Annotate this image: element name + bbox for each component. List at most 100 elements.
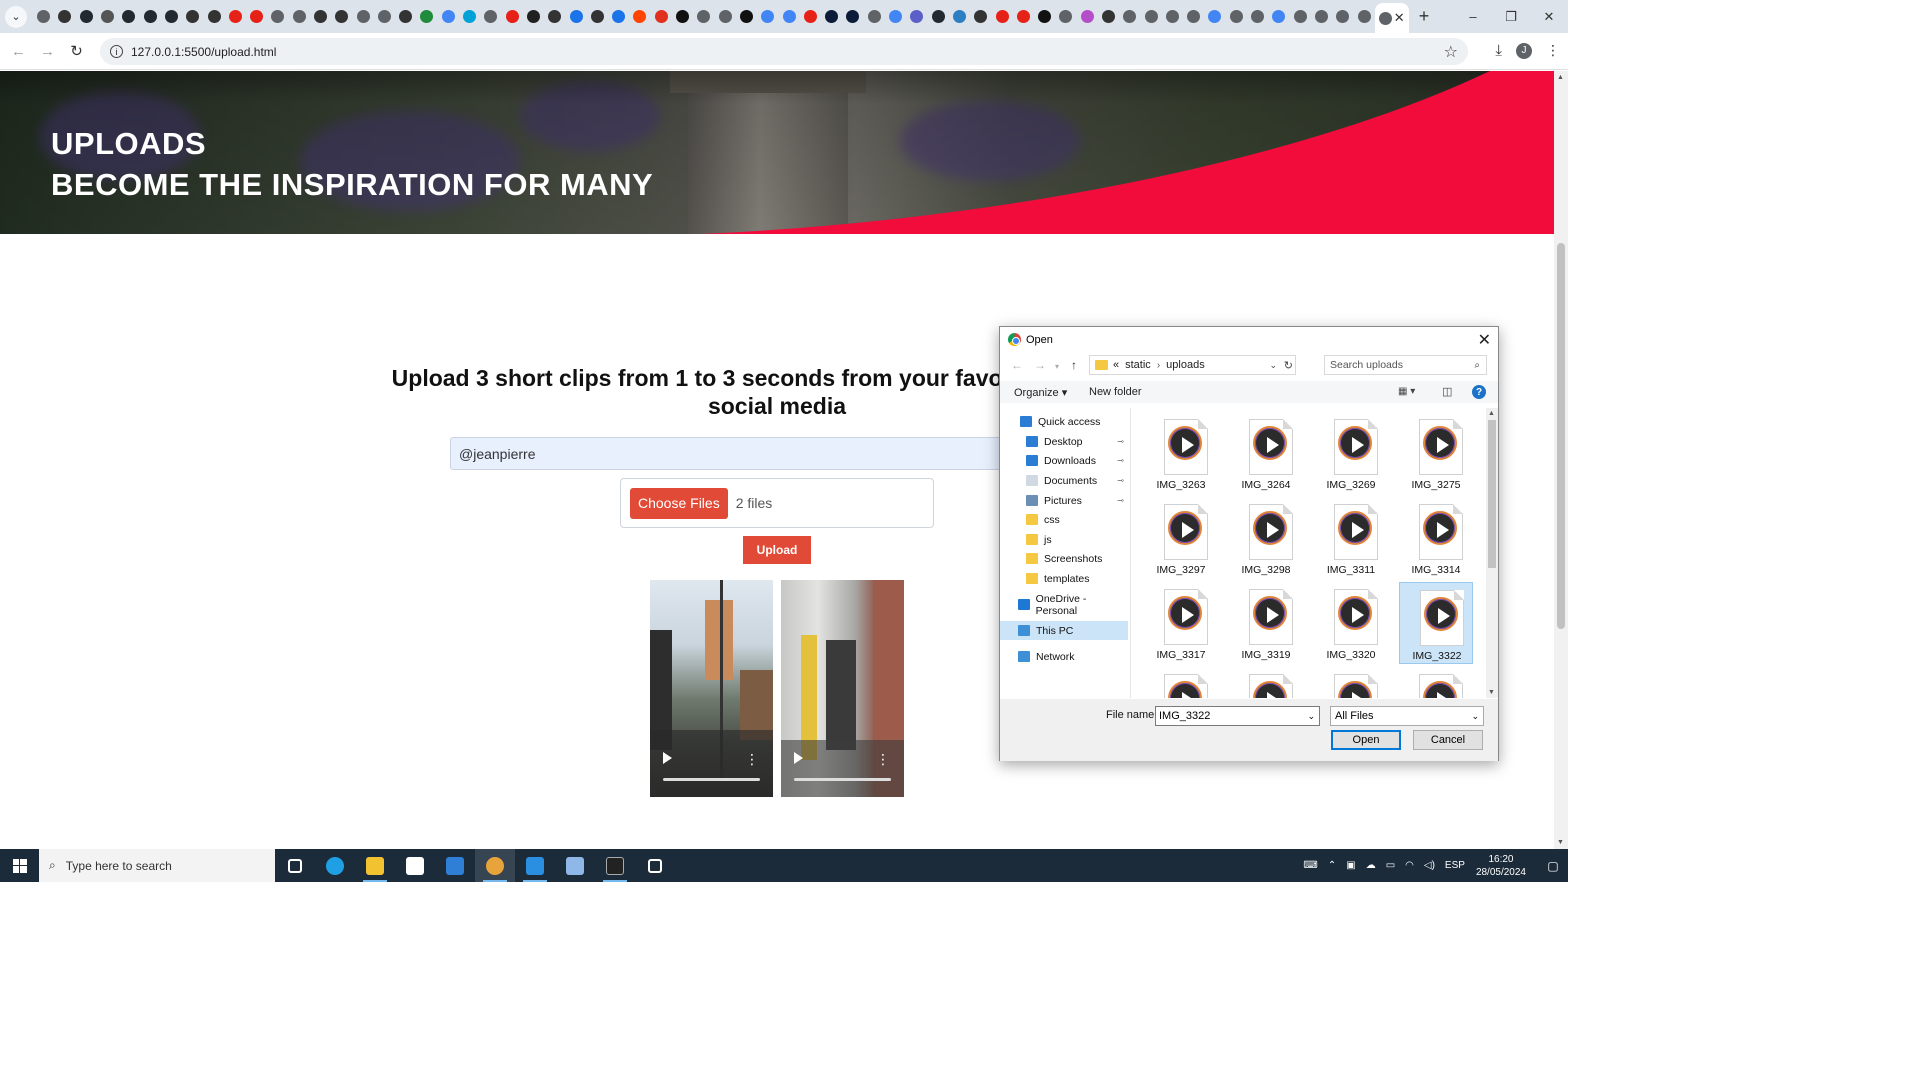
browser-tab[interactable] (54, 0, 75, 33)
nav-item-downloads[interactable]: Downloads ⊸ (1000, 451, 1128, 470)
taskbar-app[interactable] (395, 849, 435, 882)
browser-tab[interactable] (608, 0, 629, 33)
browser-tab[interactable] (97, 0, 118, 33)
dialog-forward-icon[interactable]: → (1034, 358, 1046, 372)
browser-tab[interactable] (864, 0, 885, 33)
browser-tab[interactable] (927, 0, 948, 33)
file-name-input[interactable]: IMG_3322 ⌄ (1155, 706, 1320, 726)
bookmark-star-icon[interactable]: ☆ (1444, 42, 1458, 62)
page-scrollbar-thumb[interactable] (1557, 243, 1565, 629)
file-item[interactable]: IMG_3320 (1314, 582, 1388, 664)
file-item[interactable]: IMG_3311 (1314, 497, 1388, 579)
battery-icon[interactable]: ▭ (1386, 860, 1395, 871)
chevron-down-icon[interactable]: ⌄ (1269, 360, 1277, 371)
taskbar-app[interactable] (275, 849, 315, 882)
cancel-button[interactable]: Cancel (1413, 730, 1483, 750)
browser-tab[interactable] (885, 0, 906, 33)
file-item[interactable]: IMG_3317 (1144, 582, 1218, 664)
browser-tab[interactable] (523, 0, 544, 33)
browser-tab[interactable] (587, 0, 608, 33)
file-item[interactable]: IMG_3275 (1399, 412, 1473, 494)
clock[interactable]: 16:20 28/05/2024 (1476, 853, 1526, 879)
browser-tab[interactable] (1311, 0, 1332, 33)
address-bar[interactable]: i 127.0.0.1:5500/upload.html ☆ (100, 38, 1468, 65)
browser-tab[interactable] (1119, 0, 1140, 33)
browser-tab[interactable] (736, 0, 757, 33)
browser-tab[interactable] (438, 0, 459, 33)
browser-tab[interactable] (1034, 0, 1055, 33)
volume-icon[interactable]: ◁) (1424, 860, 1435, 871)
browser-tab[interactable] (1290, 0, 1311, 33)
breadcrumb-static[interactable]: static (1125, 359, 1151, 371)
taskbar-app[interactable] (515, 849, 555, 882)
browser-tab[interactable] (395, 0, 416, 33)
browser-tab[interactable] (778, 0, 799, 33)
browser-tab[interactable] (1140, 0, 1161, 33)
preview-pane-icon[interactable]: ◫ (1442, 385, 1452, 398)
pane-divider[interactable] (1130, 408, 1131, 698)
browser-tab[interactable] (1183, 0, 1204, 33)
nav-item-screenshots[interactable]: Screenshots (1000, 549, 1128, 568)
forward-button[interactable]: → (33, 43, 62, 60)
change-view-icon[interactable]: ▦ ▾ (1398, 386, 1415, 397)
video-2-progress-bar[interactable] (794, 778, 891, 781)
open-button[interactable]: Open (1331, 730, 1401, 750)
nav-item-css[interactable]: css (1000, 510, 1128, 529)
usb-icon[interactable]: ▣ (1346, 860, 1355, 871)
browser-tab[interactable] (991, 0, 1012, 33)
file-input[interactable]: Choose Files 2 files (620, 478, 934, 528)
browser-tab[interactable] (480, 0, 501, 33)
minimize-button[interactable]: – (1454, 0, 1492, 33)
browser-tab[interactable] (1247, 0, 1268, 33)
browser-tab[interactable] (1055, 0, 1076, 33)
file-item[interactable] (1144, 667, 1218, 698)
site-info-icon[interactable]: i (110, 45, 123, 58)
browser-tab[interactable] (1162, 0, 1183, 33)
choose-files-button[interactable]: Choose Files (630, 487, 728, 519)
video-preview-2[interactable]: ⋮ (781, 580, 904, 797)
video-1-play-icon[interactable] (663, 752, 672, 764)
browser-tab[interactable] (182, 0, 203, 33)
back-button[interactable]: ← (4, 43, 33, 60)
new-folder-button[interactable]: New folder (1089, 386, 1142, 398)
browser-tab[interactable] (1098, 0, 1119, 33)
nav-item-desktop[interactable]: Desktop ⊸ (1000, 432, 1128, 451)
file-item[interactable]: IMG_3297 (1144, 497, 1218, 579)
browser-tab[interactable] (161, 0, 182, 33)
file-item[interactable]: IMG_3298 (1229, 497, 1303, 579)
restore-button[interactable]: ❐ (1492, 0, 1530, 33)
browser-tab[interactable] (203, 0, 224, 33)
wifi-icon[interactable]: ◠ (1405, 860, 1414, 871)
browser-tab[interactable] (374, 0, 395, 33)
chevron-down-icon[interactable]: ⌄ (1307, 711, 1315, 722)
taskbar-app[interactable] (355, 849, 395, 882)
tray-chevron-up-icon[interactable]: ⌃ (1328, 860, 1336, 871)
browser-tab[interactable] (1226, 0, 1247, 33)
browser-tab[interactable] (970, 0, 991, 33)
breadcrumb-uploads[interactable]: uploads (1166, 359, 1205, 371)
file-item[interactable] (1399, 667, 1473, 698)
active-browser-tab[interactable]: ✕ (1374, 3, 1409, 33)
refresh-icon[interactable]: ↻ (1284, 359, 1293, 372)
browser-tab[interactable] (949, 0, 970, 33)
taskbar-search-box[interactable]: ⌕ Type here to search (39, 849, 275, 882)
browser-tab[interactable] (906, 0, 927, 33)
notification-icon[interactable]: ▢ (1538, 859, 1568, 873)
browser-tab[interactable] (544, 0, 565, 33)
page-scrollbar[interactable]: ▲ ▼ (1554, 71, 1568, 849)
file-item[interactable]: IMG_3263 (1144, 412, 1218, 494)
browser-tab[interactable] (1013, 0, 1034, 33)
browser-tab[interactable] (842, 0, 863, 33)
browser-tab[interactable] (757, 0, 778, 33)
browser-tab[interactable] (502, 0, 523, 33)
tab-close-icon[interactable]: ✕ (1394, 10, 1405, 26)
help-icon[interactable]: ? (1472, 385, 1486, 399)
file-grid-scrollbar-thumb[interactable] (1488, 420, 1496, 568)
browser-tab[interactable] (651, 0, 672, 33)
video-2-more-icon[interactable]: ⋮ (876, 752, 890, 766)
organize-button[interactable]: Organize ▾ (1014, 386, 1067, 399)
video-1-progress-bar[interactable] (663, 778, 760, 781)
chevron-down-icon[interactable]: ⌄ (1471, 711, 1479, 722)
nav-item-network[interactable]: Network (1000, 647, 1128, 666)
browser-tab[interactable] (33, 0, 54, 33)
